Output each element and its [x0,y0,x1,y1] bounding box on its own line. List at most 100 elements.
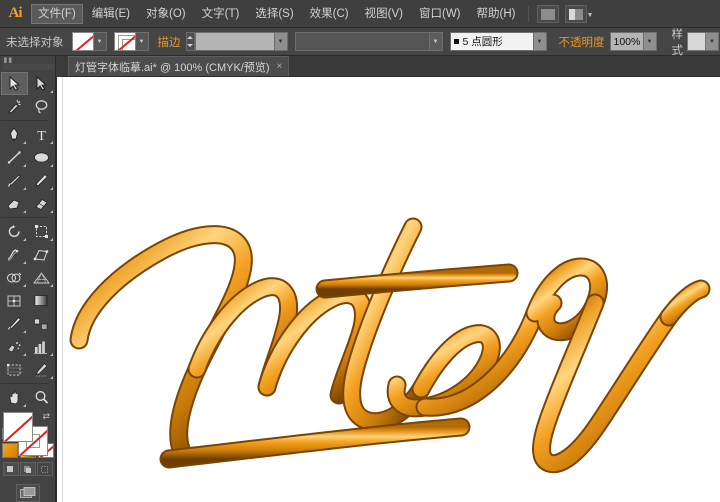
fill-stroke-swatches: ⇄ [1,412,55,440]
tool-separator [1,383,49,384]
tools-panel-grip[interactable]: ▮▮ [0,56,56,64]
menu-effect[interactable]: 效果(C) [303,4,356,24]
menu-file[interactable]: 文件(F) [31,4,83,24]
draw-normal[interactable] [3,462,19,476]
workspace-glyph-left [569,9,575,20]
graphic-style-control[interactable]: ▼ [687,32,719,51]
rotate-tool[interactable] [1,220,28,243]
tools-panel: ▮▮ T [0,56,56,502]
close-icon[interactable]: × [277,61,283,72]
menu-object[interactable]: 对象(O) [139,4,193,24]
fill-control[interactable]: ▼ [72,32,107,51]
svg-text:T: T [37,129,46,142]
line-segment-tool[interactable] [1,146,28,169]
stroke-weight-caret-icon[interactable]: ▼ [275,32,288,51]
artboard[interactable] [57,77,720,502]
lasso-tool[interactable] [28,95,55,118]
stroke-dropdown-caret-icon[interactable]: ▼ [136,32,149,51]
workspace-switcher-icon[interactable]: ▼ [565,5,587,23]
stroke-swatch[interactable] [114,32,136,51]
menu-edit[interactable]: 编辑(E) [85,4,137,24]
selection-status-label: 未选择对象 [6,34,64,50]
tool-flyout-corner-icon [50,284,53,287]
brush-definition-field[interactable]: 5 点圆形 [450,32,534,51]
brush-definition-caret-icon[interactable]: ▼ [534,32,547,51]
gradient-tool[interactable] [28,289,55,312]
width-profile-field[interactable] [295,32,430,51]
slice-tool[interactable] [28,358,55,381]
pen-tool[interactable] [1,123,28,146]
selection-tool[interactable] [1,72,28,95]
screen-mode-button[interactable] [16,484,40,502]
draw-inside[interactable] [37,462,53,476]
ellipse-tool[interactable] [28,146,55,169]
artboard-tool[interactable] [1,358,28,381]
magic-wand-tool[interactable] [1,95,28,118]
perspective-grid-tool[interactable] [28,266,55,289]
mesh-tool[interactable] [1,289,28,312]
menu-type[interactable]: 文字(T) [195,4,247,24]
hand-tool[interactable] [1,386,28,409]
tool-flyout-corner-icon [50,210,53,213]
draw-behind[interactable] [20,462,36,476]
stepper-down-icon[interactable] [187,44,193,47]
scale-tool[interactable] [28,220,55,243]
graphic-style-caret-icon[interactable]: ▼ [706,32,719,51]
eraser-tool[interactable] [28,192,55,215]
free-transform-tool[interactable] [28,243,55,266]
width-profile-caret-icon[interactable]: ▼ [430,32,443,51]
color-mode-color[interactable] [2,443,18,458]
menu-view[interactable]: 视图(V) [358,4,410,24]
no-fill-slash-icon [3,412,33,442]
stroke-color-control[interactable]: ▼ [114,32,149,51]
opacity-label: 不透明度 [559,34,605,50]
stepper-up-icon[interactable] [187,36,193,39]
arrange-documents-glyph [541,9,555,20]
column-graph-tool[interactable] [28,335,55,358]
width-profile-control[interactable]: ▼ [295,32,443,51]
pencil-tool[interactable] [28,169,55,192]
tool-flyout-corner-icon [50,164,53,167]
opacity-control[interactable]: 100% ▼ [610,32,657,51]
menubar-divider [528,6,529,22]
symbol-sprayer-tool[interactable] [1,335,28,358]
canvas-area[interactable] [57,77,720,502]
menu-select[interactable]: 选择(S) [248,4,300,24]
width-tool[interactable] [1,243,28,266]
illustrator-window: Ai 文件(F) 编辑(E) 对象(O) 文字(T) 选择(S) 效果(C) 视… [0,0,720,502]
opacity-caret-icon[interactable]: ▼ [644,32,657,51]
paintbrush-tool[interactable] [1,169,28,192]
brush-definition-control[interactable]: 5 点圆形 ▼ [450,32,547,51]
stroke-weight-stepper[interactable] [186,32,195,51]
fill-swatch[interactable] [72,32,94,51]
stroke-weight-control[interactable]: ▼ [186,32,288,51]
blend-tool[interactable] [28,312,55,335]
menu-help[interactable]: 帮助(H) [470,4,523,24]
shape-builder-tool[interactable] [1,266,28,289]
tools-panel-header[interactable] [3,64,53,70]
zoom-tool[interactable] [28,386,55,409]
chevron-down-icon: ▼ [587,12,594,19]
no-fill-slash-icon [72,32,94,51]
document-tab[interactable]: 灯管字体临摹.ai* @ 100% (CMYK/预览) × [68,56,289,76]
tool-grid: T [1,72,55,409]
artwork-inter-lettering [57,77,720,502]
eyedropper-tool[interactable] [1,312,28,335]
no-stroke-slash-icon [114,32,136,51]
tool-flyout-corner-icon [50,90,53,93]
blob-brush-tool[interactable] [1,192,28,215]
fill-dropdown-caret-icon[interactable]: ▼ [94,32,107,51]
arrange-documents-icon[interactable] [537,5,559,23]
direct-selection-tool[interactable] [28,72,55,95]
menu-window[interactable]: 窗口(W) [412,4,468,24]
tool-flyout-corner-icon [23,353,26,356]
type-tool[interactable]: T [28,123,55,146]
opacity-field[interactable]: 100% [610,32,644,51]
tool-flyout-corner-icon [23,164,26,167]
brush-dot-icon [454,39,459,44]
fill-swatch-large[interactable] [3,412,33,442]
tool-flyout-corner-icon [23,284,26,287]
stroke-weight-field[interactable] [195,32,275,51]
graphic-style-swatch[interactable] [687,32,706,51]
swap-fill-stroke-icon[interactable]: ⇄ [43,412,53,422]
